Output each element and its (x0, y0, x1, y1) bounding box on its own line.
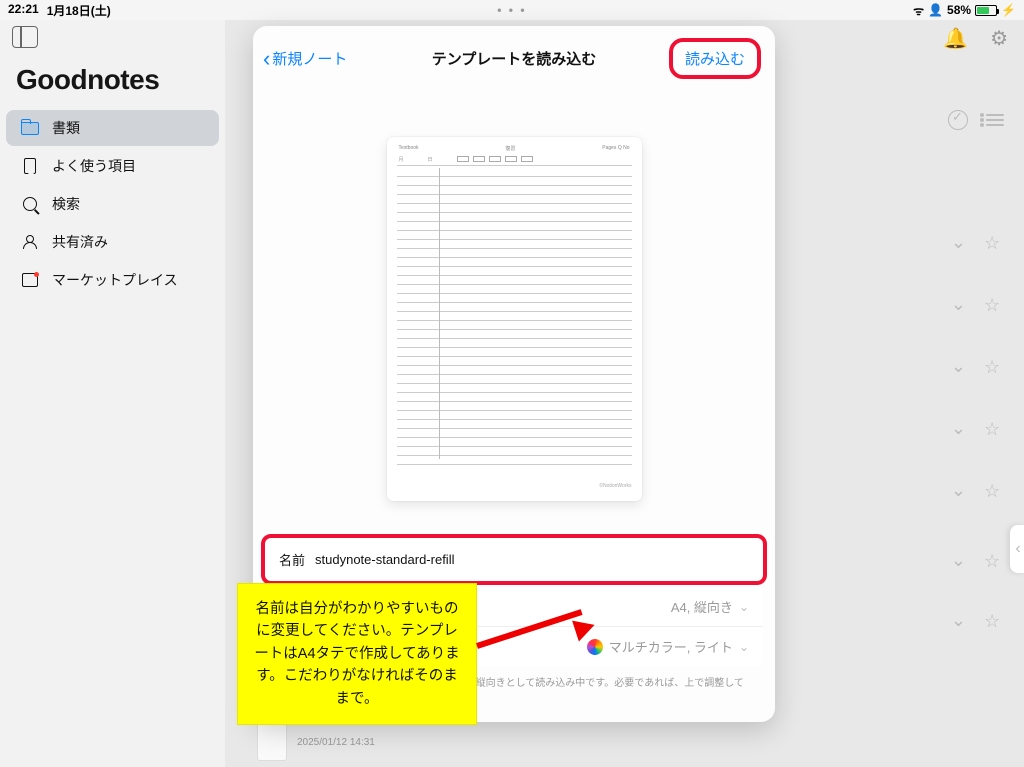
list-icon[interactable] (986, 114, 1004, 126)
chevron-down-icon[interactable]: ⌄ (951, 480, 966, 501)
chevron-down-icon: ⌄ (739, 640, 749, 654)
preview-date-d: 日 (428, 156, 433, 163)
main-area: 🔔 ⚙ ⌄ ☆ ⌄ ☆ ⌄ ☆ ⌄ ☆ ⌄ ☆ ⌄ ☆ ⌄ ☆ ‹ 2025/01/12 14… (225, 20, 1024, 767)
star-icon[interactable]: ☆ (984, 295, 1004, 315)
search-icon (20, 194, 40, 214)
size-value: A4, 縦向き (671, 597, 733, 616)
chevron-down-icon[interactable]: ⌄ (951, 294, 966, 315)
import-button[interactable]: 読み込む (669, 38, 761, 79)
wifi-icon: ᯤ (913, 2, 924, 19)
battery-icon (975, 5, 997, 16)
sidebar-toggle-icon[interactable] (12, 26, 38, 48)
sidebar-item-documents[interactable]: 書類 (6, 110, 219, 146)
preview-label-tl: Textbook (399, 145, 419, 152)
template-preview: Textbook 復習 Pages Q No 月 日 ©NotionWorks (387, 137, 642, 501)
sidebar-item-label: 書類 (52, 118, 80, 138)
star-icon[interactable]: ☆ (984, 419, 1004, 439)
bell-icon[interactable]: 🔔 (943, 26, 968, 51)
template-name-input[interactable] (315, 552, 749, 567)
star-icon[interactable]: ☆ (984, 233, 1004, 253)
check-circle-icon[interactable] (948, 110, 968, 130)
chevron-down-icon: ⌄ (739, 600, 749, 614)
status-time: 22:21 (8, 2, 39, 19)
battery-percent: 58% (947, 3, 971, 17)
chevron-down-icon[interactable]: ⌄ (951, 232, 966, 253)
sidebar-item-label: よく使う項目 (52, 156, 136, 176)
star-icon[interactable]: ☆ (984, 611, 1004, 631)
preview-label-tc: 復習 (505, 145, 515, 152)
star-icon[interactable]: ☆ (984, 551, 1004, 571)
sidebar-item-marketplace[interactable]: マーケットプレイス (6, 262, 219, 298)
charging-icon: ⚡ (1001, 3, 1016, 17)
chevron-down-icon[interactable]: ⌄ (951, 550, 966, 571)
template-name-row[interactable]: 名前 (261, 534, 767, 585)
sidebar-item-search[interactable]: 検索 (6, 186, 219, 222)
preview-label-tr: Pages Q No (602, 145, 629, 152)
document-date: 2025/01/12 14:31 (297, 737, 375, 748)
back-button[interactable]: ‹ 新規ノート (263, 48, 347, 69)
chevron-left-icon: ‹ (263, 49, 270, 69)
sidebar-item-label: 共有済み (52, 232, 108, 252)
chevron-down-icon[interactable]: ⌄ (951, 418, 966, 439)
annotation-arrow-icon (477, 643, 587, 649)
star-icon[interactable]: ☆ (984, 357, 1004, 377)
app-brand: Goodnotes (0, 56, 225, 110)
sidebar-item-label: マーケットプレイス (52, 270, 178, 290)
slide-over-handle[interactable]: ‹ (1010, 525, 1024, 573)
sidebar-item-favorites[interactable]: よく使う項目 (6, 148, 219, 184)
preview-footer: ©NotionWorks (397, 477, 632, 489)
preview-review-boxes (457, 156, 533, 163)
gear-icon[interactable]: ⚙ (990, 26, 1008, 51)
status-bar: 22:21 1月18日(土) • • • ᯤ 👤 58% ⚡ (0, 0, 1024, 20)
people-icon (20, 232, 40, 252)
user-icon: 👤 (928, 3, 943, 17)
status-date: 1月18日(土) (47, 2, 111, 19)
store-icon (20, 270, 40, 290)
chevron-down-icon[interactable]: ⌄ (951, 610, 966, 631)
sidebar-item-label: 検索 (52, 194, 80, 214)
chevron-down-icon[interactable]: ⌄ (951, 356, 966, 377)
preview-date-m: 月 (399, 156, 404, 163)
document-thumbnail-icon (257, 723, 287, 761)
bg-document[interactable]: 2025/01/12 14:31 (257, 723, 375, 761)
bookmark-icon (20, 156, 40, 176)
star-icon[interactable]: ☆ (984, 481, 1004, 501)
annotation-note: 名前は自分がわかりやすいものに変更してください。テンプレートはA4タテで作成して… (237, 583, 477, 725)
sidebar-item-shared[interactable]: 共有済み (6, 224, 219, 260)
multitask-dots[interactable]: • • • (111, 3, 913, 17)
color-wheel-icon (587, 639, 603, 655)
folder-icon (20, 118, 40, 138)
color-value: マルチカラー, ライト (609, 637, 733, 656)
back-label: 新規ノート (272, 48, 347, 69)
name-label: 名前 (279, 550, 305, 569)
sidebar: Goodnotes 書類 よく使う項目 検索 共有済み マーケットプレイス (0, 20, 225, 767)
